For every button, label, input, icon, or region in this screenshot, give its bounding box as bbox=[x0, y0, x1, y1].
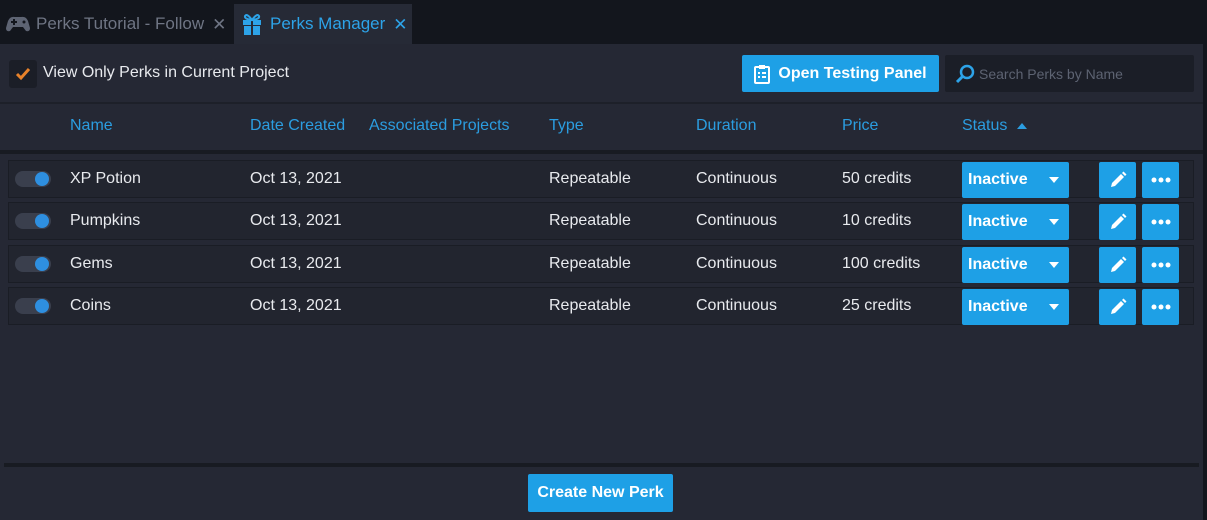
toggle-knob bbox=[35, 172, 49, 186]
enable-toggle[interactable] bbox=[15, 298, 51, 314]
more-options-button[interactable] bbox=[1142, 247, 1179, 283]
sort-ascending-icon bbox=[1016, 122, 1027, 129]
table-header: Name Date Created Associated Projects Ty… bbox=[0, 104, 1203, 150]
tab-label: Perks Manager bbox=[270, 14, 386, 33]
ellipsis-icon bbox=[1151, 262, 1170, 268]
status-value: Inactive bbox=[968, 298, 1028, 315]
search-box bbox=[945, 55, 1194, 92]
column-header-type[interactable]: Type bbox=[549, 117, 584, 135]
perk-name: Coins bbox=[70, 297, 111, 314]
table-row: Coins Oct 13, 2021 Repeatable Continuous… bbox=[8, 287, 1194, 325]
status-value: Inactive bbox=[968, 213, 1028, 230]
current-project-checkbox[interactable] bbox=[9, 60, 37, 88]
toolbar: View Only Perks in Current Project Open … bbox=[0, 44, 1203, 102]
perk-price: 100 credits bbox=[842, 255, 921, 272]
ellipsis-icon bbox=[1151, 177, 1170, 183]
perk-date: Oct 13, 2021 bbox=[250, 170, 342, 187]
status-value: Inactive bbox=[968, 256, 1028, 273]
table-row: XP Potion Oct 13, 2021 Repeatable Contin… bbox=[8, 160, 1194, 198]
status-value: Inactive bbox=[968, 171, 1028, 188]
tab-perks-tutorial[interactable]: Perks Tutorial - Follow ✕ bbox=[0, 4, 232, 44]
create-new-perk-label: Create New Perk bbox=[537, 484, 664, 501]
chevron-down-icon bbox=[1049, 304, 1059, 310]
table-row: Gems Oct 13, 2021 Repeatable Continuous … bbox=[8, 245, 1194, 283]
pencil-icon bbox=[1110, 256, 1126, 272]
toggle-knob bbox=[35, 257, 49, 271]
pencil-icon bbox=[1110, 298, 1126, 314]
pencil-icon bbox=[1110, 213, 1126, 229]
checkmark-icon bbox=[15, 68, 31, 81]
perk-name: Pumpkins bbox=[70, 212, 141, 229]
status-header-label: Status bbox=[962, 117, 1008, 134]
chevron-down-icon bbox=[1049, 177, 1059, 183]
perk-price: 50 credits bbox=[842, 170, 912, 187]
toggle-knob bbox=[35, 299, 49, 313]
perk-name: XP Potion bbox=[70, 170, 141, 187]
gamepad-icon bbox=[4, 10, 32, 38]
column-header-associated-projects[interactable]: Associated Projects bbox=[369, 117, 510, 135]
perk-price: 25 credits bbox=[842, 297, 912, 314]
column-header-price[interactable]: Price bbox=[842, 117, 878, 135]
perk-duration: Continuous bbox=[696, 255, 777, 272]
enable-toggle[interactable] bbox=[15, 256, 51, 272]
search-icon bbox=[955, 64, 979, 84]
chevron-down-icon bbox=[1049, 262, 1059, 268]
perk-type: Repeatable bbox=[549, 255, 631, 272]
enable-toggle[interactable] bbox=[15, 213, 51, 229]
status-dropdown[interactable]: Inactive bbox=[962, 247, 1069, 283]
perk-date: Oct 13, 2021 bbox=[250, 212, 342, 229]
edit-button[interactable] bbox=[1099, 247, 1136, 283]
column-header-name[interactable]: Name bbox=[70, 117, 113, 135]
edit-button[interactable] bbox=[1099, 289, 1136, 325]
open-testing-panel-button[interactable]: Open Testing Panel bbox=[742, 55, 939, 92]
perk-duration: Continuous bbox=[696, 170, 777, 187]
perks-manager-panel: View Only Perks in Current Project Open … bbox=[0, 44, 1203, 520]
perk-type: Repeatable bbox=[549, 212, 631, 229]
perk-name: Gems bbox=[70, 255, 113, 272]
checkbox-label: View Only Perks in Current Project bbox=[43, 64, 290, 81]
footer-divider bbox=[4, 463, 1199, 467]
window-edge bbox=[1203, 0, 1207, 520]
edit-button[interactable] bbox=[1099, 162, 1136, 198]
tab-label: Perks Tutorial - Follow bbox=[36, 14, 205, 33]
enable-toggle[interactable] bbox=[15, 171, 51, 187]
column-header-status[interactable]: Status bbox=[962, 117, 1028, 135]
close-icon[interactable]: ✕ bbox=[393, 16, 407, 33]
gift-icon bbox=[238, 10, 266, 38]
perk-duration: Continuous bbox=[696, 212, 777, 229]
ellipsis-icon bbox=[1151, 304, 1170, 310]
open-testing-panel-label: Open Testing Panel bbox=[778, 64, 927, 82]
perk-type: Repeatable bbox=[549, 297, 631, 314]
column-header-duration[interactable]: Duration bbox=[696, 117, 756, 135]
create-new-perk-button[interactable]: Create New Perk bbox=[528, 474, 673, 512]
table-row: Pumpkins Oct 13, 2021 Repeatable Continu… bbox=[8, 202, 1194, 240]
perk-duration: Continuous bbox=[696, 297, 777, 314]
header-divider bbox=[0, 150, 1203, 154]
perk-date: Oct 13, 2021 bbox=[250, 255, 342, 272]
edit-button[interactable] bbox=[1099, 204, 1136, 240]
status-dropdown[interactable]: Inactive bbox=[962, 162, 1069, 198]
status-dropdown[interactable]: Inactive bbox=[962, 204, 1069, 240]
chevron-down-icon bbox=[1049, 219, 1059, 225]
perk-price: 10 credits bbox=[842, 212, 912, 229]
more-options-button[interactable] bbox=[1142, 289, 1179, 325]
toggle-knob bbox=[35, 214, 49, 228]
clipboard-icon bbox=[754, 64, 771, 84]
tab-bar: Perks Tutorial - Follow ✕ Perks Manager … bbox=[0, 0, 1207, 44]
search-input[interactable] bbox=[979, 65, 1184, 82]
pencil-icon bbox=[1110, 171, 1126, 187]
perk-date: Oct 13, 2021 bbox=[250, 297, 342, 314]
ellipsis-icon bbox=[1151, 219, 1170, 225]
more-options-button[interactable] bbox=[1142, 162, 1179, 198]
status-dropdown[interactable]: Inactive bbox=[962, 289, 1069, 325]
close-icon[interactable]: ✕ bbox=[212, 16, 226, 33]
tab-perks-manager[interactable]: Perks Manager ✕ bbox=[234, 4, 412, 44]
perk-type: Repeatable bbox=[549, 170, 631, 187]
column-header-date-created[interactable]: Date Created bbox=[250, 117, 345, 135]
more-options-button[interactable] bbox=[1142, 204, 1179, 240]
